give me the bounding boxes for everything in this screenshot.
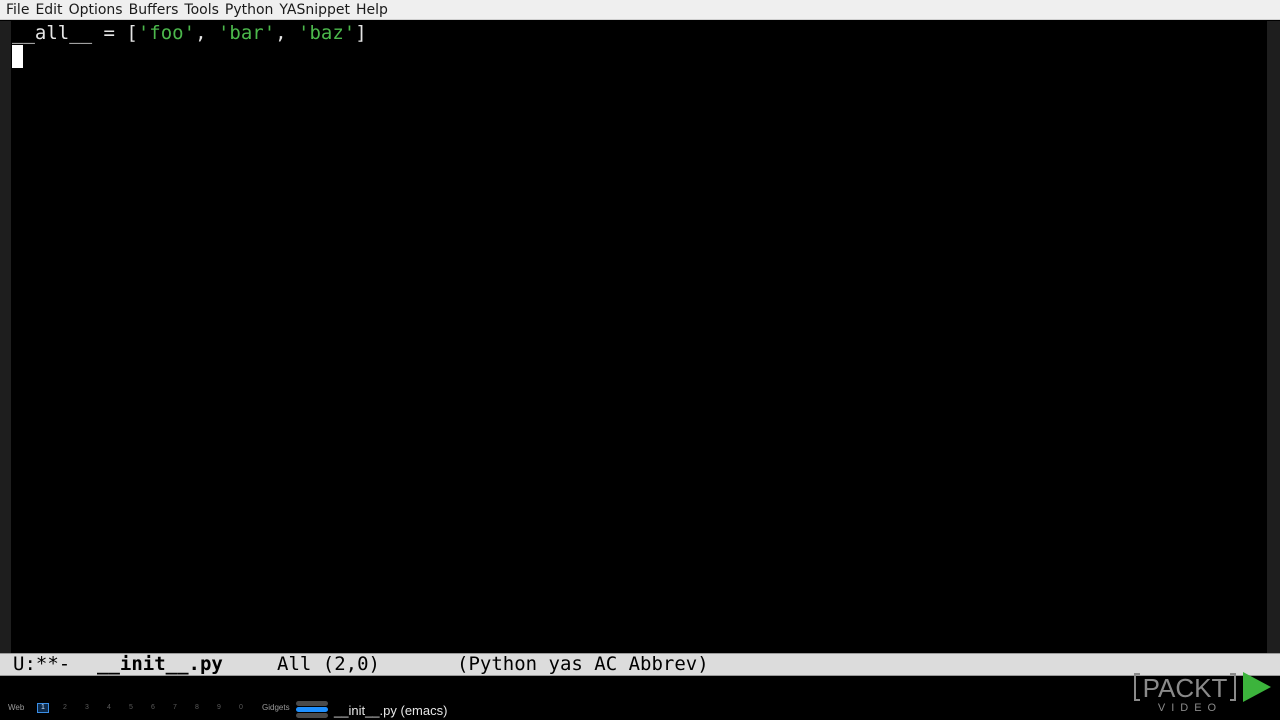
workspace-2[interactable]: 2 (59, 703, 71, 713)
workspace-8[interactable]: 8 (191, 703, 203, 713)
web-launcher[interactable]: Web (8, 703, 24, 712)
menu-tools[interactable]: Tools (182, 0, 223, 20)
menu-edit[interactable]: Edit (33, 0, 66, 20)
watermark-brand: PACKT (1143, 673, 1228, 703)
code-line: __all__ = ['foo', 'bar', 'baz'] (12, 21, 367, 45)
taskbar-window-title[interactable]: __init__.py (emacs) (334, 703, 447, 718)
menu-bar: File Edit Options Buffers Tools Python Y… (0, 0, 1280, 20)
workspace-4[interactable]: 4 (103, 703, 115, 713)
code-identifier: __all__ (12, 22, 93, 44)
code-open-bracket: [ (126, 22, 138, 44)
text-cursor (12, 45, 23, 68)
menu-file[interactable]: File (4, 0, 33, 20)
emacs-window: File Edit Options Buffers Tools Python Y… (0, 0, 1280, 720)
right-fringe (1267, 21, 1280, 653)
left-fringe (0, 21, 11, 653)
menu-yasnippet[interactable]: YASnippet (277, 0, 354, 20)
code-string: 'foo' (137, 22, 196, 44)
watermark-sub: VIDEO (1158, 702, 1222, 714)
code-operator: = (92, 22, 127, 44)
workspace-0[interactable]: 0 (235, 703, 247, 713)
code-separator: , (195, 22, 218, 44)
echo-area[interactable] (0, 676, 1280, 698)
cursor-position: All (2,0) (277, 653, 380, 675)
task-bar-inactive (296, 701, 328, 706)
editor-buffer[interactable]: __all__ = ['foo', 'bar', 'baz'] (11, 21, 1267, 653)
gadgets-launcher[interactable]: Gidgets (262, 703, 290, 712)
workspace-5[interactable]: 5 (125, 703, 137, 713)
buffer-status: U:**- (13, 653, 71, 675)
code-close-bracket: ] (355, 22, 367, 44)
workspace-3[interactable]: 3 (81, 703, 93, 713)
menu-python[interactable]: Python (223, 0, 278, 20)
workspace-7[interactable]: 7 (169, 703, 181, 713)
workspace-6[interactable]: 6 (147, 703, 159, 713)
workspace-1[interactable]: 1 (37, 703, 49, 713)
buffer-name[interactable]: __init__.py (97, 654, 223, 675)
menu-buffers[interactable]: Buffers (127, 0, 183, 20)
mode-line[interactable]: U:**- __init__.py All (2,0) (Python yas … (0, 653, 1280, 676)
workspace-9[interactable]: 9 (213, 703, 225, 713)
packt-video-watermark: PACKT VIDEO (1134, 672, 1271, 714)
play-icon (1243, 672, 1271, 702)
mode-list[interactable]: (Python yas AC Abbrev) (457, 654, 709, 675)
menu-options[interactable]: Options (67, 0, 127, 20)
code-separator: , (275, 22, 299, 44)
task-bar-active (296, 707, 328, 712)
code-string: 'bar' (217, 22, 276, 44)
code-string: 'baz' (298, 22, 356, 44)
task-bar-inactive (296, 713, 328, 718)
taskbar: Web 1 2 3 4 5 6 7 8 9 0 Gidgets (0, 698, 1280, 720)
task-switcher-icon[interactable] (296, 701, 328, 719)
menu-help[interactable]: Help (354, 0, 392, 20)
